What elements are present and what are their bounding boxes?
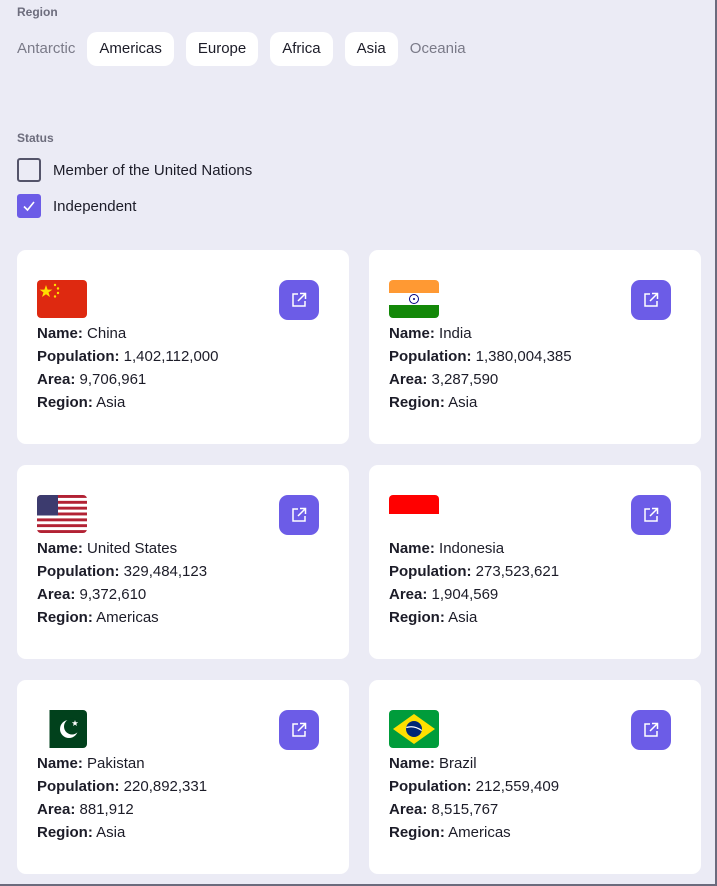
country-population: 220,892,331 xyxy=(123,778,208,795)
country-population: 1,380,004,385 xyxy=(475,348,572,365)
open-details-button[interactable] xyxy=(631,280,671,320)
un-member-option[interactable]: Member of the United Nations xyxy=(17,158,252,182)
region-label: Region xyxy=(17,5,58,19)
un-member-label: Member of the United Nations xyxy=(53,161,253,179)
area-label: Area: xyxy=(389,371,428,388)
region-label: Region: xyxy=(37,394,93,411)
area-label: Area: xyxy=(37,801,76,818)
country-population: 1,402,112,000 xyxy=(123,348,219,365)
independent-label: Independent xyxy=(53,197,137,215)
region-label: Region: xyxy=(37,609,93,626)
open-details-button[interactable] xyxy=(631,495,671,535)
population-label: Population: xyxy=(389,563,472,580)
country-card: Name: Pakistan Population: 220,892,331 A… xyxy=(17,680,349,874)
country-region: Americas xyxy=(96,609,159,626)
pakistan-flag-icon xyxy=(37,710,87,748)
name-label: Name: xyxy=(389,540,435,557)
country-card: Name: India Population: 1,380,004,385 Ar… xyxy=(369,250,701,444)
country-region: Americas xyxy=(448,824,511,841)
china-flag-icon xyxy=(37,280,87,318)
country-area: 1,904,569 xyxy=(431,586,499,603)
status-label: Status xyxy=(17,131,54,145)
country-region: Asia xyxy=(96,824,126,841)
external-link-icon xyxy=(644,507,659,522)
indonesia-flag-icon xyxy=(389,495,439,533)
independent-option[interactable]: Independent xyxy=(17,194,136,218)
country-name: Pakistan xyxy=(87,755,145,772)
external-link-icon xyxy=(292,507,307,522)
region-chip-asia[interactable]: Asia xyxy=(344,32,398,66)
region-chip-americas[interactable]: Americas xyxy=(87,32,174,66)
area-label: Area: xyxy=(389,586,428,603)
region-chip-europe[interactable]: Europe xyxy=(185,32,259,66)
india-flag-icon xyxy=(389,280,439,318)
country-area: 9,706,961 xyxy=(79,371,147,388)
external-link-icon xyxy=(292,722,307,737)
region-chip-antarctic[interactable]: Antarctic xyxy=(17,32,75,66)
check-icon xyxy=(23,201,35,212)
region-label: Region: xyxy=(389,394,445,411)
country-region: Asia xyxy=(448,609,478,626)
open-details-button[interactable] xyxy=(631,710,671,750)
name-label: Name: xyxy=(389,755,435,772)
external-link-icon xyxy=(644,722,659,737)
country-card: Name: Indonesia Population: 273,523,621 … xyxy=(369,465,701,659)
country-card: Name: United States Population: 329,484,… xyxy=(17,465,349,659)
country-name: China xyxy=(87,325,127,342)
country-info: Name: United States Population: 329,484,… xyxy=(37,537,207,629)
country-card: Name: China Population: 1,402,112,000 Ar… xyxy=(17,250,349,444)
brazil-flag-icon xyxy=(389,710,439,748)
name-label: Name: xyxy=(37,540,83,557)
country-info: Name: India Population: 1,380,004,385 Ar… xyxy=(389,322,572,414)
country-population: 329,484,123 xyxy=(123,563,208,580)
independent-checkbox[interactable] xyxy=(17,194,41,218)
country-area: 9,372,610 xyxy=(79,586,147,603)
open-details-button[interactable] xyxy=(279,495,319,535)
region-label: Region: xyxy=(389,824,445,841)
name-label: Name: xyxy=(37,325,83,342)
region-chip-oceania[interactable]: Oceania xyxy=(410,32,466,66)
country-name: Brazil xyxy=(439,755,477,772)
name-label: Name: xyxy=(37,755,83,772)
country-area: 8,515,767 xyxy=(431,801,499,818)
usa-flag-icon xyxy=(37,495,87,533)
name-label: Name: xyxy=(389,325,435,342)
country-card: Name: Brazil Population: 212,559,409 Are… xyxy=(369,680,701,874)
country-name: United States xyxy=(87,540,178,557)
area-label: Area: xyxy=(37,371,76,388)
country-info: Name: Indonesia Population: 273,523,621 … xyxy=(389,537,559,629)
external-link-icon xyxy=(644,292,659,307)
country-population: 273,523,621 xyxy=(475,563,560,580)
region-chip-africa[interactable]: Africa xyxy=(270,32,333,66)
country-name: India xyxy=(439,325,472,342)
country-name: Indonesia xyxy=(439,540,505,557)
population-label: Population: xyxy=(389,348,472,365)
country-region: Asia xyxy=(448,394,478,411)
country-population: 212,559,409 xyxy=(475,778,560,795)
area-label: Area: xyxy=(389,801,428,818)
country-region: Asia xyxy=(96,394,126,411)
country-info: Name: China Population: 1,402,112,000 Ar… xyxy=(37,322,218,414)
region-label: Region: xyxy=(37,824,93,841)
open-details-button[interactable] xyxy=(279,710,319,750)
region-label: Region: xyxy=(389,609,445,626)
country-area: 3,287,590 xyxy=(431,371,499,388)
country-info: Name: Brazil Population: 212,559,409 Are… xyxy=(389,752,559,844)
un-member-checkbox[interactable] xyxy=(17,158,41,182)
country-info: Name: Pakistan Population: 220,892,331 A… xyxy=(37,752,207,844)
external-link-icon xyxy=(292,292,307,307)
region-filter: Antarctic Americas Europe Africa Asia Oc… xyxy=(17,32,466,66)
population-label: Population: xyxy=(37,563,120,580)
population-label: Population: xyxy=(37,778,120,795)
open-details-button[interactable] xyxy=(279,280,319,320)
population-label: Population: xyxy=(37,348,120,365)
population-label: Population: xyxy=(389,778,472,795)
area-label: Area: xyxy=(37,586,76,603)
country-area: 881,912 xyxy=(79,801,134,818)
